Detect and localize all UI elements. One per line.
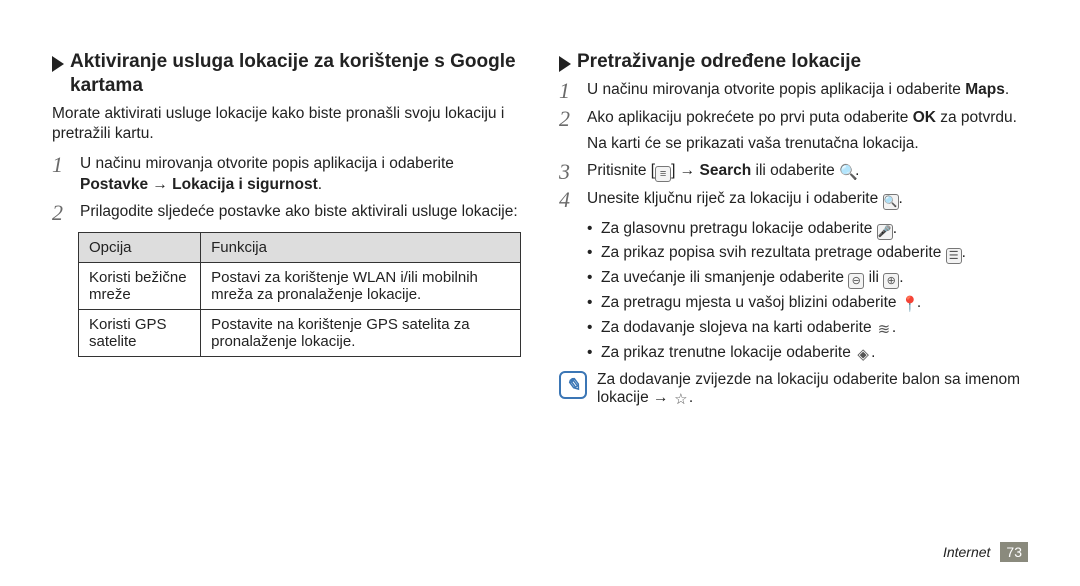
note-body: .: [689, 389, 693, 406]
right-heading-row: Pretraživanje određene lokacije: [559, 50, 1028, 74]
step-bold: OK: [913, 109, 936, 126]
right-step-2: 2 Ako aplikaciju pokrećete po prvi puta …: [559, 108, 1028, 130]
note-text: Za dodavanje zvijezde na lokaciju odaber…: [597, 371, 1028, 408]
places-icon: 📍: [901, 297, 917, 313]
step-number: 4: [559, 189, 577, 211]
step-text: .: [899, 190, 903, 207]
note-block: ✎ Za dodavanje zvijezde na lokaciju odab…: [559, 371, 1028, 408]
table-row: Koristi GPS satelite Postavite na korišt…: [79, 309, 521, 356]
bullet-list: Za glasovnu pretragu lokacije odaberite …: [587, 217, 1028, 366]
right-subtext: Na karti će se prikazati vaša trenutačna…: [587, 134, 1028, 155]
step-text: U načinu mirovanja otvorite popis aplika…: [80, 155, 454, 172]
step-number: 2: [559, 108, 577, 130]
list-item: Za uvećanje ili smanjenje odaberite ⊖ il…: [587, 266, 1028, 291]
left-column: Aktiviranje usluga lokacije za korištenj…: [52, 50, 521, 408]
page-number: 73: [1000, 542, 1028, 562]
table-cell: Koristi GPS satelite: [79, 309, 201, 356]
bullet-text: Za dodavanje slojeva na karti odaberite: [601, 319, 876, 336]
right-heading: Pretraživanje određene lokacije: [577, 50, 861, 74]
step-text: U načinu mirovanja otvorite popis aplika…: [587, 81, 965, 98]
layers-icon: ≋: [876, 322, 892, 338]
bullet-text: Za glasovnu pretragu lokacije odaberite: [601, 220, 877, 237]
step-bold: Maps: [965, 81, 1005, 98]
bullet-text: Za pretragu mjesta u vašoj blizini odabe…: [601, 294, 901, 311]
list-item: Za pretragu mjesta u vašoj blizini odabe…: [587, 291, 1028, 316]
menu-icon: ≡: [655, 166, 671, 182]
mic-icon: 🎤: [877, 224, 893, 240]
step-text: .: [1005, 81, 1009, 98]
bullet-text: Za prikaz popisa svih rezultata pretrage…: [601, 244, 946, 261]
step-body: Pritisnite [≡] → Search ili odaberite 🔍.: [587, 161, 1028, 183]
right-column: Pretraživanje određene lokacije 1 U nači…: [559, 50, 1028, 408]
zoom-in-icon: ⊕: [883, 273, 899, 289]
search-icon: 🔍: [883, 194, 899, 210]
step-body: Ako aplikaciju pokrećete po prvi puta od…: [587, 108, 1028, 130]
bullet-text: Za uvećanje ili smanjenje odaberite: [601, 269, 848, 286]
step-text: ili odaberite: [751, 162, 839, 179]
chevron-right-icon: [559, 56, 571, 72]
table-header-function: Funkcija: [201, 232, 521, 262]
step-text: Ako aplikaciju pokrećete po prvi puta od…: [587, 109, 913, 126]
footer-section: Internet: [943, 544, 990, 560]
footer: Internet 73: [943, 542, 1028, 562]
left-step-1: 1 U načinu mirovanja otvorite popis apli…: [52, 154, 521, 196]
my-location-icon: ◈: [855, 347, 871, 363]
options-table: Opcija Funkcija Koristi bežične mreže Po…: [78, 232, 521, 357]
list-icon: ☰: [946, 248, 962, 264]
table-header-option: Opcija: [79, 232, 201, 262]
right-step-3: 3 Pritisnite [≡] → Search ili odaberite …: [559, 161, 1028, 183]
step-text: za potvrdu.: [936, 109, 1017, 126]
table-cell: Postavite na korištenje GPS satelita za …: [201, 309, 521, 356]
step-text: Pritisnite [: [587, 162, 655, 179]
table-cell: Postavi za korištenje WLAN i/ili mobilni…: [201, 262, 521, 309]
table-cell: Koristi bežične mreže: [79, 262, 201, 309]
step-body: Unesite ključnu riječ za lokaciju i odab…: [587, 189, 1028, 211]
left-heading-row: Aktiviranje usluga lokacije za korištenj…: [52, 50, 521, 98]
left-intro: Morate aktivirati usluge lokacije kako b…: [52, 104, 521, 144]
table-row: Koristi bežične mreže Postavi za korište…: [79, 262, 521, 309]
note-icon: ✎: [559, 371, 587, 399]
chevron-right-icon: [52, 56, 64, 72]
step-number: 1: [559, 80, 577, 102]
step-body: U načinu mirovanja otvorite popis aplika…: [80, 154, 521, 196]
step-body: U načinu mirovanja otvorite popis aplika…: [587, 80, 1028, 102]
step-bold: Postavke → Lokacija i sigurnost: [80, 176, 318, 193]
right-step-4: 4 Unesite ključnu riječ za lokaciju i od…: [559, 189, 1028, 211]
star-icon: ☆: [673, 392, 689, 408]
search-icon: 🔍: [839, 165, 855, 181]
step-number: 2: [52, 202, 70, 224]
step-text: ] →: [671, 162, 699, 179]
list-item: Za glasovnu pretragu lokacije odaberite …: [587, 217, 1028, 242]
step-text: .: [855, 162, 859, 179]
step-text: Unesite ključnu riječ za lokaciju i odab…: [587, 190, 883, 207]
right-step-1: 1 U načinu mirovanja otvorite popis apli…: [559, 80, 1028, 102]
list-item: Za dodavanje slojeva na karti odaberite …: [587, 316, 1028, 341]
note-body: Za dodavanje zvijezde na lokaciju odaber…: [597, 371, 1020, 406]
zoom-out-icon: ⊖: [848, 273, 864, 289]
list-item: Za prikaz popisa svih rezultata pretrage…: [587, 241, 1028, 266]
step-body: Prilagodite sljedeće postavke ako biste …: [80, 202, 521, 224]
step-number: 3: [559, 161, 577, 183]
page-columns: Aktiviranje usluga lokacije za korištenj…: [52, 50, 1028, 408]
bullet-text: ili: [864, 269, 883, 286]
step-text: .: [318, 176, 322, 193]
bullet-text: Za prikaz trenutne lokacije odaberite: [601, 344, 855, 361]
step-number: 1: [52, 154, 70, 196]
left-step-2: 2 Prilagodite sljedeće postavke ako bist…: [52, 202, 521, 224]
left-heading: Aktiviranje usluga lokacije za korištenj…: [70, 50, 521, 98]
list-item: Za prikaz trenutne lokacije odaberite ◈.: [587, 341, 1028, 366]
step-bold: Search: [699, 162, 751, 179]
